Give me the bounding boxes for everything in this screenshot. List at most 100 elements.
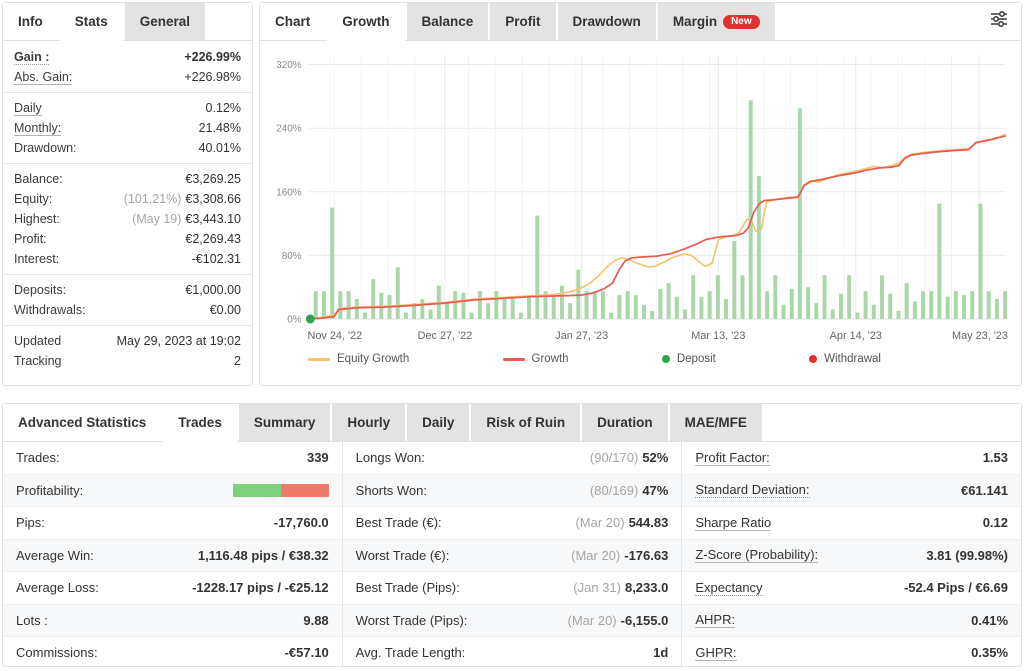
divider xyxy=(3,274,252,275)
tab-duration[interactable]: Duration xyxy=(582,404,668,441)
profit-label: Profit: xyxy=(14,232,47,246)
withdrawals-value: €0.00 xyxy=(209,303,241,317)
profitability-loss-segment xyxy=(280,483,329,497)
abs-gain-label[interactable]: Abs. Gain: xyxy=(14,70,73,85)
tab-hourly[interactable]: Hourly xyxy=(332,404,406,441)
legend-withdrawal[interactable]: Withdrawal xyxy=(809,353,881,365)
withdrawals-label: Withdrawals: xyxy=(14,303,86,317)
svg-text:Apr 14, '23: Apr 14, '23 xyxy=(830,330,882,342)
table-row-worst-trade-eur: Worst Trade (€): (Mar 20) -176.63 xyxy=(342,539,682,572)
tab-summary[interactable]: Summary xyxy=(238,404,331,441)
tracking-value: 2 xyxy=(234,354,241,368)
deposits-label: Deposits: xyxy=(14,283,67,297)
deposit-swatch xyxy=(661,355,670,363)
stat-row-abs-gain: Abs. Gain: +226.98% xyxy=(3,67,252,87)
stat-row-profit: Profit: €2,269.43 xyxy=(3,229,252,249)
tab-info[interactable]: Info xyxy=(3,3,58,40)
tab-chart[interactable]: Chart xyxy=(260,3,326,40)
stat-row-deposits: Deposits: €1,000.00 xyxy=(3,280,252,300)
updated-value: May 29, 2023 at 19:02 xyxy=(116,334,241,348)
deposits-value: €1,000.00 xyxy=(185,283,241,297)
legend-equity-growth[interactable]: Equity Growth xyxy=(308,353,409,365)
tab-trades[interactable]: Trades xyxy=(163,404,237,442)
table-row-ghpr: GHPR: 0.35% xyxy=(695,644,1009,661)
table-row-commissions: Commissions: -€57.10 xyxy=(16,645,329,661)
gain-label[interactable]: Gain : xyxy=(14,50,50,65)
updated-label: Updated xyxy=(14,334,62,348)
svg-text:Jan 27, '23: Jan 27, '23 xyxy=(555,330,608,342)
top-section: Info Stats General Gain : +226.99% Abs. G… xyxy=(2,2,1022,386)
stat-row-daily: Daily 0.12% xyxy=(3,98,252,118)
stat-row-equity: Equity: (101.21%) €3,308.66 xyxy=(3,189,252,209)
abs-gain-value: +226.98% xyxy=(184,70,241,84)
table-row-profit-factor: Profit Factor: 1.53 xyxy=(682,442,1022,475)
tab-risk-of-ruin[interactable]: Risk of Ruin xyxy=(471,404,581,441)
equity-value: (101.21%) €3,308.66 xyxy=(123,192,241,206)
profitability-win-segment xyxy=(232,483,281,497)
tab-growth[interactable]: Growth xyxy=(327,3,405,41)
svg-text:Mar 13, '23: Mar 13, '23 xyxy=(691,330,745,342)
table-row-longs-won: Longs Won: (90/170) 52% xyxy=(342,442,682,475)
table-row-expectancy: Expectancy -52.4 Pips / €6.69 xyxy=(682,572,1022,605)
stats-column-2: Longs Won: (90/170) 52% Shorts Won: (80/169… xyxy=(341,442,682,669)
table-row-lots: Lots :9.88 xyxy=(3,604,342,637)
stats-column-3: Profit Factor: 1.53 Standard Deviation: €6… xyxy=(681,442,1022,669)
stats-card-tabbar: Info Stats General xyxy=(3,3,252,41)
legend-growth[interactable]: Growth xyxy=(502,353,569,365)
table-row-avg-trade-length: Avg. Trade Length: 1d xyxy=(355,645,669,661)
svg-text:0%: 0% xyxy=(287,314,301,325)
balance-value: €3,269.25 xyxy=(185,172,241,186)
svg-text:May 23, '23: May 23, '23 xyxy=(952,330,1008,342)
tab-balance[interactable]: Balance xyxy=(406,3,489,40)
advanced-stats-tabbar: Advanced Statistics Trades Summary Hourl… xyxy=(3,404,1021,442)
growth-swatch xyxy=(502,357,525,361)
stat-row-updated: Updated May 29, 2023 at 19:02 xyxy=(3,331,252,351)
chart-card-tabbar: Chart Growth Balance Profit Drawdown Mar… xyxy=(260,3,1021,41)
table-row-best-trade-pips: Best Trade (Pips): (Jan 31) 8,233.0 xyxy=(342,572,682,605)
monthly-label[interactable]: Monthly: xyxy=(14,121,62,136)
interest-label: Interest: xyxy=(14,252,60,266)
highest-label: Highest: xyxy=(14,212,60,226)
daily-value: 0.12% xyxy=(205,101,241,115)
svg-text:80%: 80% xyxy=(282,251,302,262)
svg-text:160%: 160% xyxy=(276,187,301,198)
svg-text:Dec 27, '22: Dec 27, '22 xyxy=(418,330,473,342)
tab-stats[interactable]: Stats xyxy=(59,3,123,41)
equity-growth-swatch xyxy=(308,357,330,361)
new-badge: New xyxy=(723,14,760,29)
table-row-worst-trade-pips: Worst Trade (Pips): (Mar 20) -6,155.0 xyxy=(342,604,682,637)
divider xyxy=(3,325,252,326)
gain-value: +226.99% xyxy=(184,50,241,64)
tab-daily[interactable]: Daily xyxy=(407,404,470,441)
chart-settings-button[interactable] xyxy=(977,3,1021,40)
tab-margin[interactable]: Margin New xyxy=(657,3,775,40)
tracking-label: Tracking xyxy=(14,354,62,368)
tab-mae-mfe[interactable]: MAE/MFE xyxy=(669,404,762,441)
highest-value: (May 19) €3,443.10 xyxy=(132,212,241,226)
tab-general[interactable]: General xyxy=(124,3,206,40)
withdrawal-swatch xyxy=(809,355,818,363)
stat-row-highest: Highest: (May 19) €3,443.10 xyxy=(3,209,252,229)
growth-chart[interactable]: Nov 24, '22 Dec 27, '22 Jan 27, '23 Mar 13,… xyxy=(260,41,1021,347)
account-stat-rows: Gain : +226.99% Abs. Gain: +226.98% Daily 0… xyxy=(3,41,252,371)
growth-chart-card: Chart Growth Balance Profit Drawdown Mar… xyxy=(259,2,1022,386)
table-row-z-score: Z-Score (Probability): 3.81 (99.98%) xyxy=(682,539,1022,572)
stat-row-tracking: Tracking 2 xyxy=(3,351,252,371)
account-stats-card: Info Stats General Gain : +226.99% Abs. G… xyxy=(2,2,253,386)
table-row-profitability: Profitability: xyxy=(3,474,342,507)
sliders-icon xyxy=(989,9,1009,34)
profitability-bar xyxy=(232,483,329,497)
divider xyxy=(3,163,252,164)
profit-value: €2,269.43 xyxy=(185,232,241,246)
chart-legend: Equity Growth Growth Deposit Withdrawal xyxy=(260,347,1021,365)
table-row-sharpe-ratio: Sharpe Ratio 0.12 xyxy=(682,507,1022,540)
stats-column-1: Trades: 339 Profitability: Pips: -17,760.0… xyxy=(3,442,342,669)
tab-drawdown[interactable]: Drawdown xyxy=(557,3,656,40)
tab-profit[interactable]: Profit xyxy=(490,3,556,40)
daily-label[interactable]: Daily xyxy=(14,101,42,116)
stat-row-interest: Interest: -€102.31 xyxy=(3,249,252,269)
legend-deposit[interactable]: Deposit xyxy=(661,353,716,365)
table-row-average-win: Average Win: 1,116.48 pips / €38.32 xyxy=(3,539,342,572)
drawdown-label: Drawdown: xyxy=(14,141,77,155)
table-row-shorts-won: Shorts Won: (80/169) 47% xyxy=(342,474,682,507)
